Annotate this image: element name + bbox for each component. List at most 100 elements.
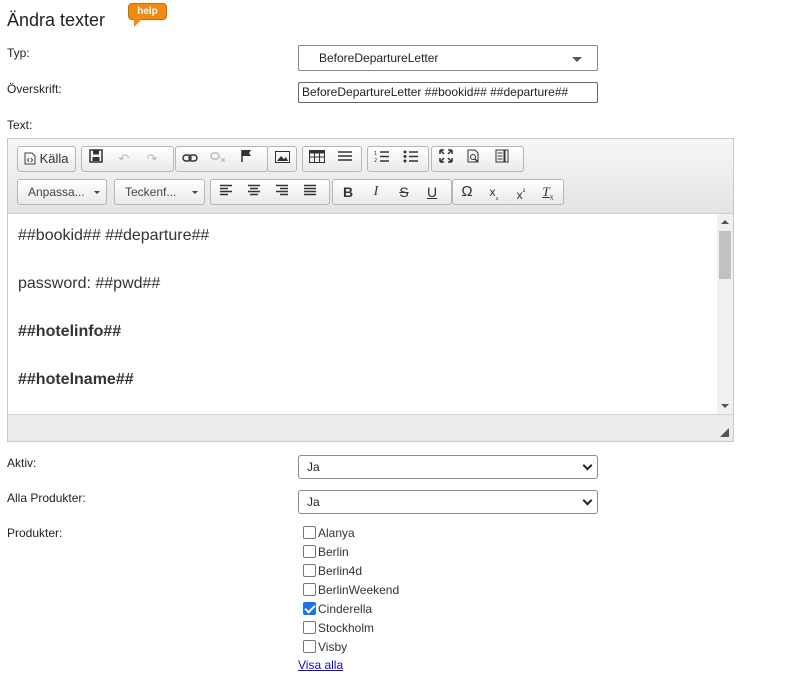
templates-button[interactable] [491,149,513,169]
anchor-button[interactable] [235,149,257,169]
produkter-label: Produkter: [7,526,63,540]
preview-icon [467,149,479,163]
align-left-icon [220,184,232,196]
flag-icon [241,150,251,162]
omega-icon: Ω [461,183,473,200]
product-item-stockholm[interactable]: Stockholm [303,620,374,636]
product-name: Visby [318,640,348,654]
toolbar-group-image [267,146,297,172]
product-name: Berlin [318,545,349,559]
editor-toolbar: Källa ↶ ↷ 1 2 Anpassa... Teckenf... B I … [8,139,733,214]
product-checkbox-checked[interactable] [303,602,316,616]
scroll-down-icon[interactable] [721,404,729,408]
undo-button[interactable]: ↶ [113,149,135,169]
help-button[interactable]: help [128,3,167,20]
toolbar-group-align [210,179,330,205]
save-icon [89,149,103,163]
toolbar-group-document: ↶ ↷ [81,146,174,172]
aktiv-select[interactable]: Ja [298,455,598,479]
product-item-cinderella[interactable]: Cinderella [303,601,372,617]
show-all-link[interactable]: Visa alla [298,658,343,672]
alla-produkter-select[interactable]: Ja [298,490,598,514]
numbered-list-icon: 1 2 [374,151,389,164]
link-icon [182,154,198,162]
overskrift-label: Överskrift: [7,82,62,96]
toolbar-group-tools [431,146,524,172]
format-combo[interactable]: Anpassa... [17,179,107,205]
table-icon [309,150,325,163]
bold-button[interactable]: B [337,182,359,202]
product-checkbox[interactable] [303,564,316,578]
toolbar-group-table [302,146,362,172]
overskrift-input[interactable]: BeforeDepartureLetter ##bookid## ##depar… [298,82,598,103]
svg-text:1: 1 [374,151,377,157]
svg-text:2: 2 [374,158,377,163]
unlink-icon [210,152,226,163]
link-button[interactable] [179,149,201,169]
image-button[interactable] [271,149,293,169]
typ-select-value: BeforeDepartureLetter [319,51,439,65]
help-bubble-tail [134,19,142,27]
editor-line: ##hotelinfo## [18,323,122,340]
product-checkbox[interactable] [303,545,316,559]
bulleted-list-button[interactable] [400,149,422,169]
product-item-visby[interactable]: Visby [303,639,347,655]
maximize-button[interactable] [435,149,457,169]
chevron-down-icon [94,191,100,194]
product-name: BerlinWeekend [318,583,400,597]
product-item-alanya[interactable]: Alanya [303,525,355,541]
align-right-icon [276,184,288,196]
scrollbar-thumb[interactable] [719,231,731,279]
font-combo-label: Teckenf... [125,185,177,199]
editor-scrollbar[interactable] [717,214,733,414]
product-name: Berlin4d [318,564,363,578]
strikethrough-button[interactable]: S [393,182,415,202]
subscript-icon: x₂ [489,185,499,202]
remove-format-button[interactable]: Tx [537,182,559,202]
product-item-berlin4d[interactable]: Berlin4d [303,563,362,579]
save-button[interactable] [85,149,107,169]
redo-button[interactable]: ↷ [141,149,163,169]
toolbar-group-insert: Ω x₂ x² Tx [452,179,564,205]
horizontal-rule-button[interactable] [334,149,356,169]
justify-icon [304,184,316,196]
chevron-down-icon [192,191,198,194]
product-checkbox[interactable] [303,526,316,540]
align-left-button[interactable] [215,182,237,202]
table-button[interactable] [306,149,328,169]
scroll-up-icon[interactable] [721,220,729,224]
font-combo[interactable]: Teckenf... [114,179,205,205]
italic-button[interactable]: I [365,182,387,202]
editor-statusbar [8,414,733,441]
unlink-button[interactable] [207,149,229,169]
numbered-list-button[interactable]: 1 2 [371,149,393,169]
justify-button[interactable] [299,182,321,202]
resize-grip-icon[interactable] [720,428,729,437]
editor-content[interactable]: ##bookid## ##departure## password: ##pwd… [8,214,717,414]
special-char-button[interactable]: Ω [456,182,478,202]
superscript-button[interactable]: x² [510,182,532,202]
toolbar-group-lists: 1 2 [367,146,429,172]
source-button[interactable]: Källa [20,149,74,169]
product-item-berlin[interactable]: Berlin [303,544,349,560]
product-name: Alanya [318,526,355,540]
typ-select[interactable]: BeforeDepartureLetter [298,45,598,71]
product-checkbox[interactable] [303,583,316,597]
image-icon [274,151,290,163]
underline-button[interactable]: U [421,182,443,202]
source-label: Källa [39,151,69,166]
strikethrough-icon: S [399,184,409,200]
product-item-berlinweekend[interactable]: BerlinWeekend [303,582,399,598]
typ-label: Typ: [7,46,30,60]
maximize-icon [439,149,453,163]
editor-line: password: ##pwd## [18,275,161,292]
editor-line: ##bookid## ##departure## [18,227,210,244]
redo-icon: ↷ [146,151,158,166]
product-checkbox[interactable] [303,640,316,654]
preview-button[interactable] [463,149,485,169]
align-right-button[interactable] [271,182,293,202]
subscript-button[interactable]: x₂ [483,182,505,202]
align-center-button[interactable] [243,182,265,202]
remove-format-icon: Tx [542,184,554,202]
product-checkbox[interactable] [303,621,316,635]
